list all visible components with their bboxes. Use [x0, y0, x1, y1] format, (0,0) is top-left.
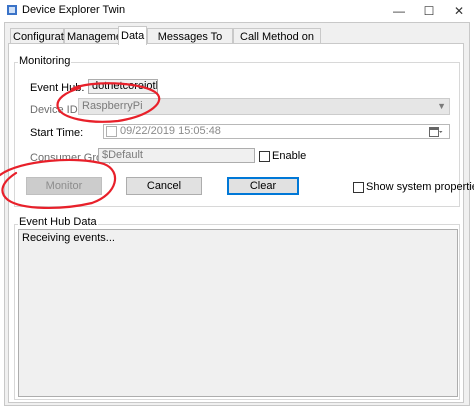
annotation-overlay: [0, 82, 161, 209]
annotation-ellipse-device-id: [56, 82, 161, 123]
tab-data[interactable]: Data: [118, 26, 147, 45]
annotation-ellipse-monitor: [0, 158, 117, 209]
